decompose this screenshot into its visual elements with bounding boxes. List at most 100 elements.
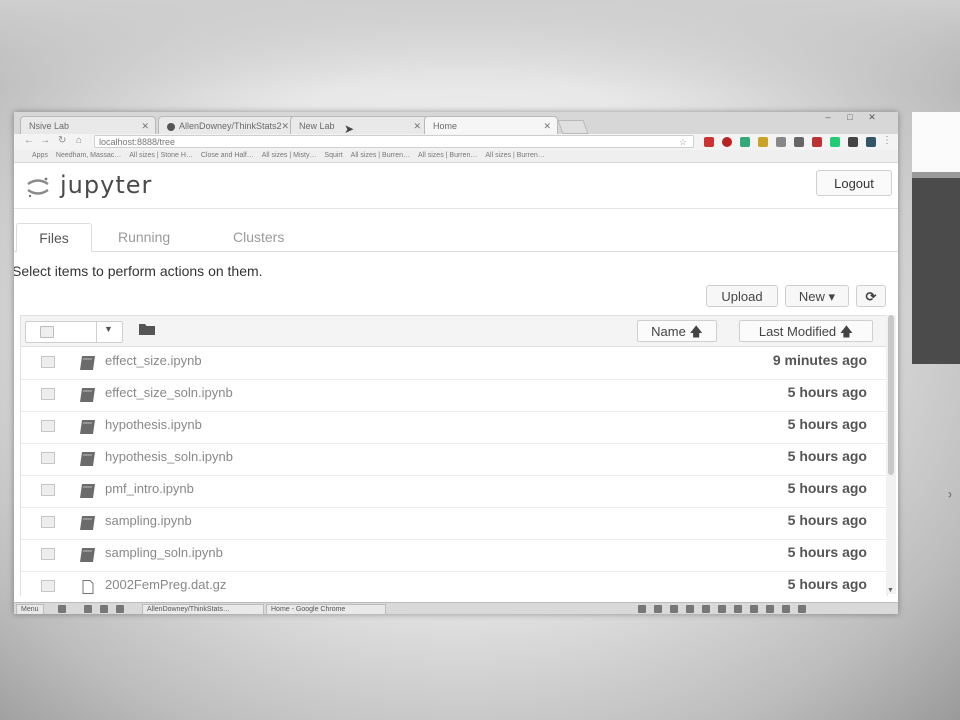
extension-icon[interactable] (812, 137, 822, 147)
file-name-link[interactable]: sampling_soln.ipynb (105, 545, 223, 560)
row-checkbox[interactable] (41, 420, 55, 432)
notebook-icon (80, 516, 95, 530)
url-input[interactable]: localhost:8888/tree ☆ (94, 135, 694, 148)
sort-last-modified-button[interactable]: Last Modified 🡅 (739, 320, 873, 342)
file-row[interactable]: hypothesis.ipynb 5 hours ago (21, 411, 887, 444)
bookmark-star-icon[interactable]: ☆ (679, 136, 687, 149)
file-row[interactable]: sampling_soln.ipynb 5 hours ago (21, 539, 887, 572)
minimize-icon[interactable]: – (818, 112, 838, 124)
tray-icon[interactable] (702, 605, 710, 613)
extension-icon[interactable] (740, 137, 750, 147)
file-name-link[interactable]: pmf_intro.ipynb (105, 481, 194, 496)
file-row[interactable]: 2002FemPreg.dat.gz 5 hours ago (21, 571, 887, 604)
extension-icon[interactable] (848, 137, 858, 147)
file-modified-time: 5 hours ago (787, 416, 867, 432)
file-row[interactable]: sampling.ipynb 5 hours ago (21, 507, 887, 540)
extension-icon[interactable] (776, 137, 786, 147)
jupyter-page: jupyter Logout Files Running Clusters Se… (14, 163, 898, 604)
scrollbar-thumb[interactable] (888, 315, 894, 475)
start-menu-button[interactable]: Menu (16, 604, 44, 614)
back-icon[interactable]: ← (24, 135, 34, 146)
extension-icon[interactable] (758, 137, 768, 147)
extension-icon[interactable] (866, 137, 876, 147)
extension-icon[interactable] (830, 137, 840, 147)
close-icon[interactable]: ✕ (543, 117, 551, 134)
refresh-button[interactable]: ⟳ (856, 285, 886, 307)
select-all-checkbox[interactable] (40, 326, 54, 338)
file-row[interactable]: effect_size_soln.ipynb 5 hours ago (21, 379, 887, 412)
maximize-icon[interactable]: □ (840, 112, 860, 124)
row-checkbox[interactable] (41, 580, 55, 592)
file-row[interactable]: hypothesis_soln.ipynb 5 hours ago (21, 443, 887, 476)
extension-icon[interactable] (722, 137, 732, 147)
tab-running[interactable]: Running (118, 223, 170, 251)
close-icon[interactable]: ✕ (413, 117, 421, 134)
caret-down-icon[interactable]: ▼ (104, 324, 113, 334)
bookmark-item[interactable]: All sizes | Misty… (262, 152, 317, 159)
close-window-icon[interactable]: ✕ (862, 112, 882, 124)
tray-icon[interactable] (638, 605, 646, 613)
bookmark-item[interactable]: Close and Half… (201, 152, 254, 159)
file-modified-time: 5 hours ago (787, 544, 867, 560)
bookmark-item[interactable]: All sizes | Burren… (418, 152, 477, 159)
file-name-link[interactable]: sampling.ipynb (105, 513, 192, 528)
tray-icon[interactable] (718, 605, 726, 613)
browser-tab-2[interactable]: AllenDowney/ThinkStats2 ✕ (158, 116, 296, 134)
browser-tab-3[interactable]: New Lab ✕ (290, 116, 428, 134)
tray-icon[interactable] (750, 605, 758, 613)
browser-tab-1[interactable]: Nsive Lab ✕ (20, 116, 156, 134)
select-all-dropdown[interactable]: ▼ (25, 321, 123, 343)
taskbar-item[interactable]: AllenDowney/ThinkStats… (142, 604, 264, 614)
tray-icon[interactable] (798, 605, 806, 613)
terminal-icon[interactable] (84, 605, 92, 613)
tray-icon[interactable] (670, 605, 678, 613)
bookmark-item[interactable]: All sizes | Stone H… (129, 152, 193, 159)
tray-icon[interactable] (782, 605, 790, 613)
row-checkbox[interactable] (41, 516, 55, 528)
bookmark-item[interactable]: Needham, Massac… (56, 152, 121, 159)
row-checkbox[interactable] (41, 548, 55, 560)
file-row[interactable]: effect_size.ipynb 9 minutes ago (21, 347, 887, 380)
row-checkbox[interactable] (41, 452, 55, 464)
new-dropdown-button[interactable]: New ▾ (785, 285, 849, 307)
file-name-link[interactable]: 2002FemPreg.dat.gz (105, 577, 226, 592)
folder-icon[interactable] (139, 323, 155, 335)
tray-icon[interactable] (734, 605, 742, 613)
tab-clusters[interactable]: Clusters (233, 223, 284, 251)
reload-icon[interactable]: ↻ (58, 135, 66, 146)
file-name-link[interactable]: hypothesis_soln.ipynb (105, 449, 233, 464)
bookmark-item[interactable]: All sizes | Burren… (351, 152, 410, 159)
files-icon[interactable] (100, 605, 108, 613)
upload-button[interactable]: Upload (706, 285, 778, 307)
bookmark-item[interactable]: Apps (32, 152, 48, 159)
extension-icon[interactable] (794, 137, 804, 147)
bookmark-item[interactable]: All sizes | Burren… (485, 152, 544, 159)
sort-name-button[interactable]: Name 🡅 (637, 320, 717, 342)
new-tab-button[interactable] (557, 120, 589, 134)
page-scrollbar[interactable]: ▼ (886, 315, 896, 594)
file-name-link[interactable]: effect_size.ipynb (105, 353, 202, 368)
file-row[interactable]: pmf_intro.ipynb 5 hours ago (21, 475, 887, 508)
forward-icon[interactable]: → (40, 135, 50, 146)
tab-files[interactable]: Files (16, 223, 92, 252)
extension-icon[interactable] (704, 137, 714, 147)
row-checkbox[interactable] (41, 356, 55, 368)
tray-icon[interactable] (654, 605, 662, 613)
browser-icon[interactable] (116, 605, 124, 613)
tray-icon[interactable] (686, 605, 694, 613)
row-checkbox[interactable] (41, 484, 55, 496)
menu-icon[interactable]: ⋮ (882, 135, 892, 146)
close-icon[interactable]: ✕ (281, 117, 289, 134)
tray-icon[interactable] (766, 605, 774, 613)
home-icon[interactable]: ⌂ (76, 135, 82, 146)
scroll-down-icon[interactable]: ▼ (887, 587, 894, 594)
browser-tab-active[interactable]: Home ✕ (424, 116, 558, 134)
taskbar-item[interactable]: Home - Google Chrome (266, 604, 386, 614)
close-icon[interactable]: ✕ (141, 117, 149, 134)
desktop-icon[interactable] (58, 605, 66, 613)
bookmark-item[interactable]: Squirt (324, 152, 342, 159)
file-name-link[interactable]: hypothesis.ipynb (105, 417, 202, 432)
logout-button[interactable]: Logout (816, 170, 892, 196)
file-name-link[interactable]: effect_size_soln.ipynb (105, 385, 233, 400)
row-checkbox[interactable] (41, 388, 55, 400)
